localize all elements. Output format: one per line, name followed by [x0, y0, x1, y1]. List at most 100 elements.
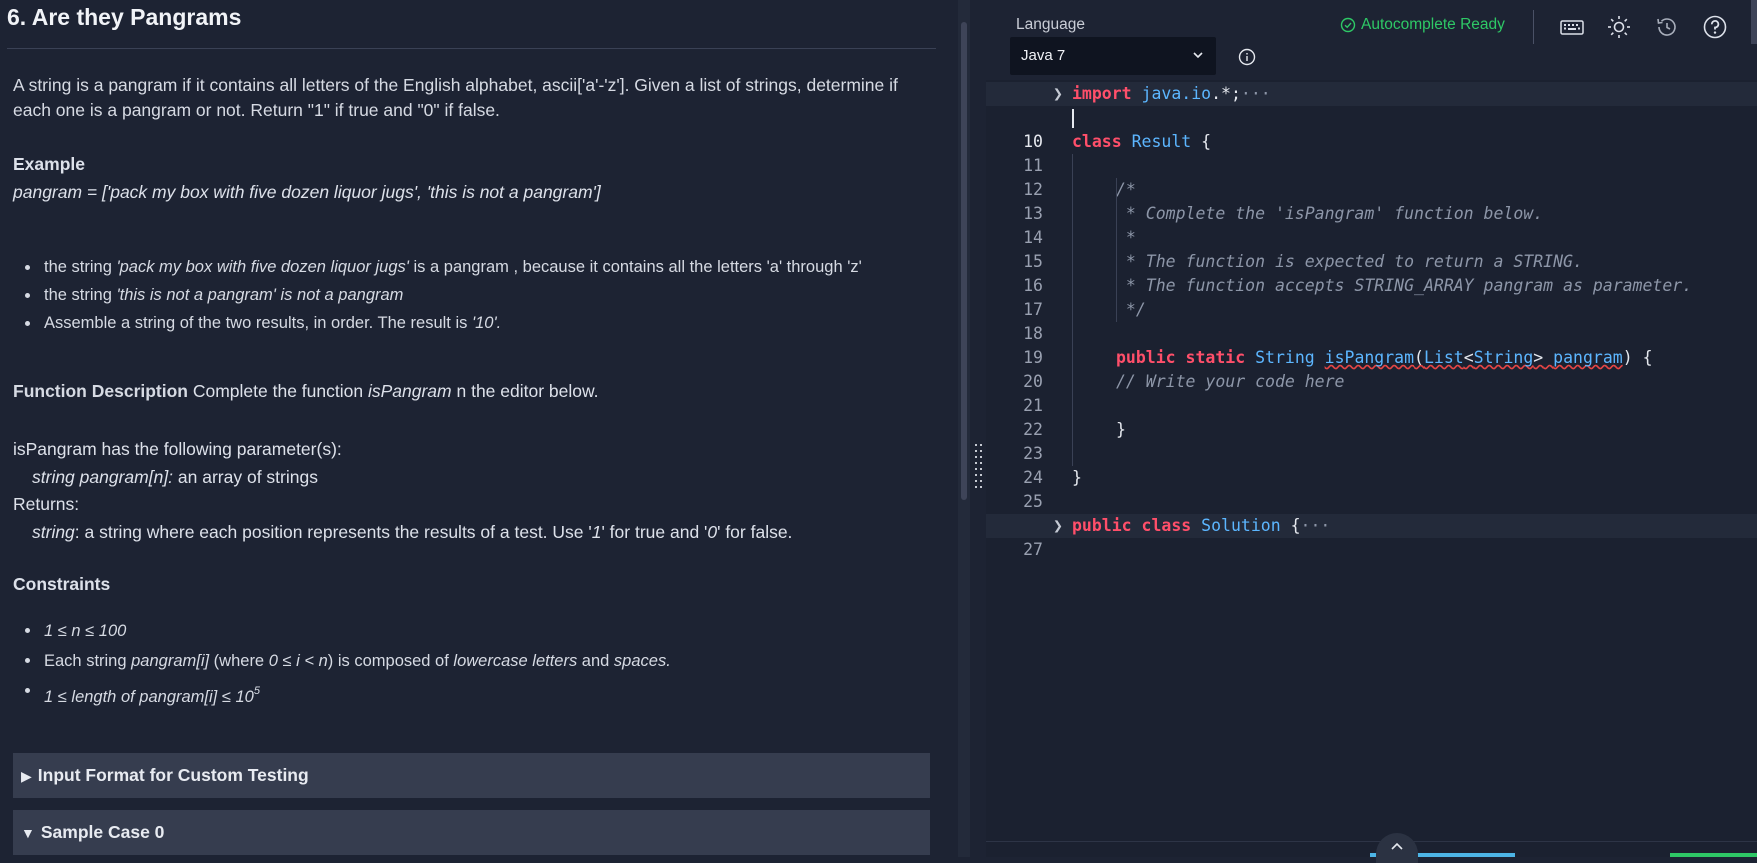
token-keyword: public [1072, 516, 1132, 535]
bullet-italic: 'this is not a pangram' is not a pangram [116, 286, 404, 304]
console-toggle-button[interactable] [1376, 833, 1418, 863]
list-item: the string 'this is not a pangram' is no… [13, 281, 862, 309]
list-item: Each string pangram[i] (where 0 ≤ i < n)… [13, 646, 671, 676]
sun-icon[interactable] [1606, 14, 1632, 40]
constraint-italic: 0 ≤ i < n [268, 652, 328, 670]
code-line[interactable]: 22 [986, 394, 1757, 439]
code-line[interactable]: 12 [986, 154, 1757, 199]
toolbar-divider [1533, 10, 1534, 44]
pane-splitter[interactable] [970, 0, 986, 857]
triangle-down-icon: ▼ [21, 825, 35, 841]
code-line[interactable]: 11 class Result { [986, 130, 1757, 175]
return-zero: 0 [707, 521, 718, 542]
returns-label: Returns: [13, 494, 80, 514]
bullet-italic: 'pack my box with five dozen liquor jugs… [116, 258, 409, 276]
editor-toolbar: Language Java 7 Autocomplete Ready [986, 0, 1757, 80]
token-package: java.io [1141, 84, 1212, 103]
code-line[interactable]: 10 [986, 106, 1757, 151]
code-line[interactable]: 17 * The function accepts STRING_ARRAY p… [986, 274, 1757, 319]
problem-panel: 6. Are they Pangrams A string is a pangr… [0, 0, 958, 857]
problem-title: 6. Are they Pangrams [7, 4, 242, 30]
fold-chevron-right-icon[interactable]: ❯ [1053, 514, 1063, 538]
params-intro: isPangram has the following parameter(s)… [13, 439, 342, 459]
code-line[interactable]: 24 [986, 442, 1757, 487]
list-item: 1 ≤ length of pangram[i] ≤ 105 [13, 676, 671, 712]
code-line[interactable]: 27 ❯ public class Solution {··· [986, 514, 1757, 559]
token-keyword: class [1141, 516, 1192, 535]
info-icon[interactable] [1238, 48, 1256, 66]
param-desc: an array of strings [173, 466, 318, 487]
constraint-text: (where [209, 652, 269, 670]
code-line[interactable]: 18 */ [986, 298, 1757, 343]
token-plain: .*; [1211, 84, 1241, 103]
example-heading: Example [13, 154, 85, 174]
constraint-text: 1 ≤ length of pangram[i] ≤ 10 [44, 688, 254, 706]
status-bar-green [1670, 853, 1757, 857]
token-plain: } [1072, 468, 1082, 487]
token-comment: */ [1116, 300, 1146, 319]
token-keyword: static [1185, 348, 1246, 367]
param-name: string pangram[n]: [32, 466, 174, 487]
token-plain: ) { [1622, 348, 1653, 367]
token-plain: < [1463, 348, 1474, 367]
constraint-text: ) is composed of [327, 652, 454, 670]
keyboard-icon[interactable] [1559, 14, 1585, 40]
autocomplete-status: Autocomplete Ready [1340, 16, 1505, 34]
code-line[interactable]: 15 * [986, 226, 1757, 271]
language-select[interactable]: Java 7 [1010, 37, 1216, 75]
token-comment: /* [1116, 180, 1136, 199]
function-description-heading: Function Description [13, 381, 188, 401]
problem-intro: A string is a pangram if it contains all… [13, 75, 898, 120]
code-line[interactable]: 14 * Complete the 'isPangram' function b… [986, 202, 1757, 247]
code-line[interactable]: 25 } [986, 466, 1757, 511]
token-keyword: import [1072, 84, 1132, 103]
fold-ellipsis[interactable]: ··· [1301, 516, 1331, 535]
code-line[interactable]: 21 // Write your code here [986, 370, 1757, 415]
parameters-block: isPangram has the following parameter(s)… [13, 436, 792, 546]
sample-case-label: Sample Case 0 [40, 822, 165, 842]
help-icon[interactable] [1702, 14, 1728, 40]
code-line[interactable]: 19 [986, 322, 1757, 367]
code-line[interactable]: 1 ❯ import java.io.*;··· [986, 82, 1757, 127]
language-label: Language [1016, 16, 1085, 33]
fold-ellipsis[interactable]: ··· [1241, 84, 1271, 103]
problem-scrollbar-thumb[interactable] [961, 22, 967, 500]
sample-case-toggle[interactable]: ▼ Sample Case 0 [13, 810, 930, 855]
code-line[interactable]: 20 public static String isPangram(List<S… [986, 346, 1757, 391]
list-item: the string 'pack my box with five dozen … [13, 253, 862, 281]
return-desc: ' for true and ' [601, 521, 708, 542]
token-plain: > [1533, 348, 1544, 367]
constraint-italic: lowercase letters [453, 652, 578, 670]
editor-scrollbar-thumb[interactable] [1751, 0, 1757, 44]
line-number: 27 [1023, 540, 1043, 559]
function-description: Function Description Complete the functi… [13, 381, 599, 402]
constraint-superscript: 5 [253, 685, 260, 697]
code-editor[interactable]: 1 ❯ import java.io.*;··· 10 11 class Res… [986, 80, 1757, 840]
code-line[interactable]: 23 } [986, 418, 1757, 463]
token-class-name: Solution [1201, 516, 1281, 535]
return-type: string [32, 521, 75, 542]
fold-chevron-right-icon[interactable]: ❯ [1053, 82, 1063, 106]
code-line[interactable]: 26 [986, 490, 1757, 535]
token-class-name: Result [1131, 132, 1192, 151]
drag-handle-icon[interactable] [975, 444, 984, 488]
input-format-toggle[interactable]: ▶ Input Format for Custom Testing [13, 753, 930, 798]
check-circle-icon [1340, 17, 1356, 33]
history-icon[interactable] [1654, 14, 1680, 40]
text-cursor [1072, 109, 1074, 128]
token-comment: * Complete the 'isPangram' function belo… [1116, 204, 1544, 223]
token-plain: { [1290, 516, 1301, 535]
param-line: string pangram[n]: an array of strings [13, 464, 792, 492]
code-line[interactable]: 16 * The function is expected to return … [986, 250, 1757, 295]
token-type: List [1423, 348, 1464, 367]
token-comment: * The function is expected to return a S… [1116, 252, 1583, 271]
bullet-italic: '10'. [471, 314, 502, 332]
bullet-text: the string [44, 286, 117, 304]
token-keyword: public [1116, 348, 1176, 367]
token-plain: { [1201, 132, 1212, 151]
token-param: pangram [1553, 348, 1623, 367]
chevron-down-icon [1193, 52, 1203, 59]
constraint-italic: spaces. [613, 652, 671, 670]
code-line[interactable]: 13 /* [986, 178, 1757, 223]
constraint-text: and [577, 652, 614, 670]
